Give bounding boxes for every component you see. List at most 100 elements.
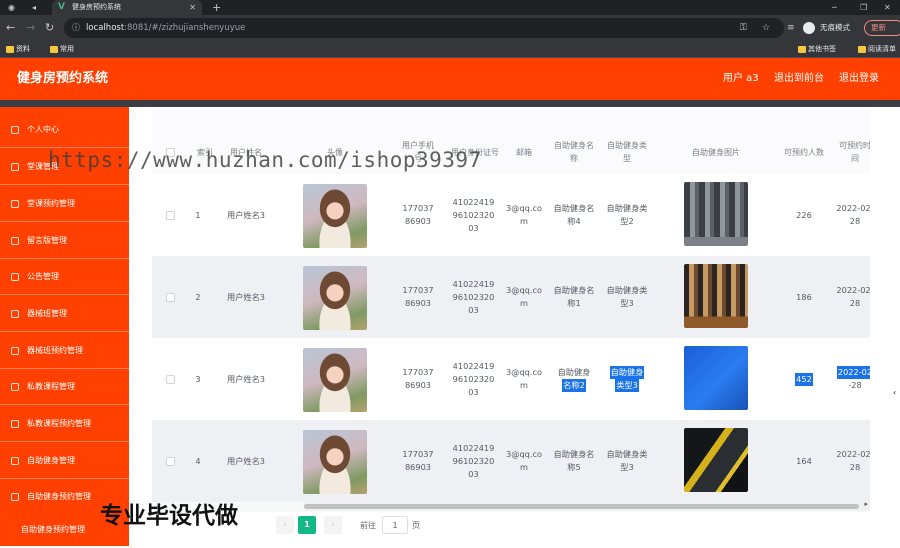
grid-icon [11, 493, 19, 501]
sidebar-item-label: 器械班管理 [27, 309, 67, 318]
bookmark-star-icon[interactable]: ☆ [762, 18, 770, 38]
dumbbell-icon [11, 310, 19, 318]
fitness-image [684, 264, 748, 328]
row-select-cell [152, 174, 188, 256]
sidebar-item-label: 器械班预约管理 [27, 346, 83, 355]
watermark-promo: 专业毕设代做 [100, 503, 238, 529]
sidebar-item-label: 私教课程预约管理 [27, 419, 91, 428]
next-page-button[interactable]: › [324, 516, 342, 534]
page-scroll-track [892, 107, 900, 546]
sidebar-item-label: 个人中心 [27, 125, 59, 134]
tab-close-icon[interactable]: ✕ [189, 0, 196, 15]
cell-fitness-type: 自助健身 类型3 [605, 338, 649, 420]
row-checkbox[interactable] [165, 210, 175, 220]
bookmark-folder[interactable]: 阅读清单 [856, 41, 896, 58]
megaphone-icon [11, 273, 19, 281]
table-row[interactable]: 1 用户姓名3 17703786903 410224199610232003 3… [152, 174, 870, 256]
goto-page-input[interactable] [382, 516, 408, 534]
cell-idcard: 410224199610232003 [452, 360, 495, 397]
bookmark-label: 阅读清单 [868, 45, 896, 53]
sidebar-item-self-fitness[interactable]: 自助健身管理 [0, 443, 129, 479]
selected-text: 自助健身 [609, 366, 645, 379]
calendar-icon [11, 200, 19, 208]
sidebar-item-messages[interactable]: 留言版管理 [0, 223, 129, 259]
row-checkbox[interactable] [165, 292, 175, 302]
fitness-image [684, 346, 748, 410]
cell-phone: 17703786903 [402, 203, 434, 226]
selected-text: 名称2 [562, 379, 586, 392]
sidebar-item-private-course[interactable]: 私教课程管理 [0, 369, 129, 405]
sidebar-item-notices[interactable]: 公告管理 [0, 259, 129, 295]
row-checkbox[interactable] [165, 374, 175, 384]
cell-email: 3@qq.com [506, 449, 542, 472]
app-header: 健身房预约系统 用户 a3 退出到前台 退出登录 [0, 58, 900, 100]
row-select-cell [152, 338, 188, 420]
forward-icon[interactable]: → [26, 21, 35, 35]
sidebar-item-profile[interactable]: 个人中心 [0, 112, 129, 148]
minimize-icon[interactable]: ─ [832, 0, 837, 15]
table-row[interactable]: 4 用户姓名3 17703786903 410224199610232003 3… [152, 420, 870, 502]
bookmark-folder[interactable]: 资料 [4, 41, 30, 58]
cell-time: 2022-02 -28 [836, 338, 870, 420]
page-scroll-right-icon[interactable]: ‹ [893, 388, 900, 402]
browser-menu-icon[interactable]: ◉ [8, 0, 15, 15]
prev-page-button[interactable]: ‹ [276, 516, 294, 534]
bookmark-folder[interactable]: 其他书签 [796, 41, 836, 58]
folder-icon [50, 46, 58, 53]
new-tab-icon[interactable]: + [212, 0, 221, 15]
page-suffix: 页 [412, 521, 420, 530]
sidebar-item-private-course-booking[interactable]: 私教课程预约管理 [0, 406, 129, 442]
cell-idcard: 410224199610232003 [452, 278, 495, 315]
address-toolbar: ← → ↻ ⓘ localhost:8081/#/zizhujianshenyu… [0, 15, 900, 41]
cell-capacity: 186 [796, 291, 812, 302]
logout-link[interactable]: 退出登录 [839, 58, 879, 100]
row-checkbox[interactable] [165, 456, 175, 466]
bookmark-label: 其他书签 [808, 45, 836, 53]
incognito-indicator[interactable]: 无痕模式 [800, 19, 858, 37]
bookmark-label: 常用 [60, 45, 74, 53]
address-bar[interactable]: ⓘ localhost:8081/#/zizhujianshenyuyue ⚿ … [64, 18, 784, 38]
scrollbar-thumb[interactable] [304, 504, 859, 509]
cell-fitness-type: 自助健身类型3 [606, 449, 648, 472]
cell-email: 3@qq.com [506, 203, 542, 226]
back-icon[interactable]: ← [6, 21, 15, 35]
reload-icon[interactable]: ↻ [45, 21, 54, 35]
cell-phone: 17703786903 [402, 285, 434, 308]
scroll-right-arrow-icon[interactable]: ▸ [864, 500, 868, 508]
sidebar-item-class-booking[interactable]: 堂课预约管理 [0, 186, 129, 222]
sidebar: 个人中心 堂课管理 堂课预约管理 留言版管理 公告管理 器械班管理 器械班预约管… [0, 107, 129, 546]
vue-favicon-icon: V [58, 2, 65, 12]
cell-fitness-name: 自助健身名称4 [553, 203, 595, 226]
key-icon[interactable]: ⚿ [740, 18, 747, 38]
bookmark-folder[interactable]: 常用 [48, 41, 74, 58]
window-close-icon[interactable]: ✕ [884, 0, 891, 15]
sidebar-item-equipment-booking[interactable]: 器械班预约管理 [0, 333, 129, 369]
cell-time: 2022-02-28 [836, 285, 870, 308]
browser-tab[interactable]: V 健身房预约系统 ✕ [52, 0, 202, 15]
avatar [303, 430, 367, 494]
media-queue-icon[interactable]: ≡ [787, 21, 795, 35]
cell-user-name: 用户姓名3 [227, 373, 265, 384]
cell-index: 2 [195, 291, 201, 302]
class-icon [11, 163, 19, 171]
cell-user-name: 用户姓名3 [227, 291, 265, 302]
table-row[interactable]: 3 用户姓名3 17703786903 410224199610232003 3… [152, 338, 870, 420]
sidebar-item-equipment[interactable]: 器械班管理 [0, 296, 129, 332]
sidebar-item-label: 自助健身预约管理 [27, 492, 91, 501]
table-row[interactable]: 2 用户姓名3 17703786903 410224199610232003 3… [152, 256, 870, 338]
back-to-frontend-link[interactable]: 退出到前台 [774, 58, 824, 100]
browser-tab-strip: ◉ ◂ V 健身房预约系统 ✕ + ─ ❐ ✕ [0, 0, 900, 15]
horizontal-scrollbar[interactable]: ▸ [304, 500, 870, 511]
page-number-current[interactable]: 1 [298, 516, 316, 534]
folder-icon [798, 46, 806, 53]
mute-icon[interactable]: ◂ [32, 0, 36, 15]
message-icon [11, 237, 19, 245]
cell-email: 3@qq.com [506, 367, 542, 390]
cell-phone: 17703786903 [402, 367, 434, 390]
site-info-icon[interactable]: ⓘ [72, 18, 80, 38]
update-button[interactable]: 更新 [864, 20, 900, 36]
sidebar-item-label: 堂课预约管理 [27, 199, 75, 208]
cell-text-line: -28 [848, 380, 862, 390]
user-icon [11, 126, 19, 134]
restore-icon[interactable]: ❐ [860, 0, 867, 15]
